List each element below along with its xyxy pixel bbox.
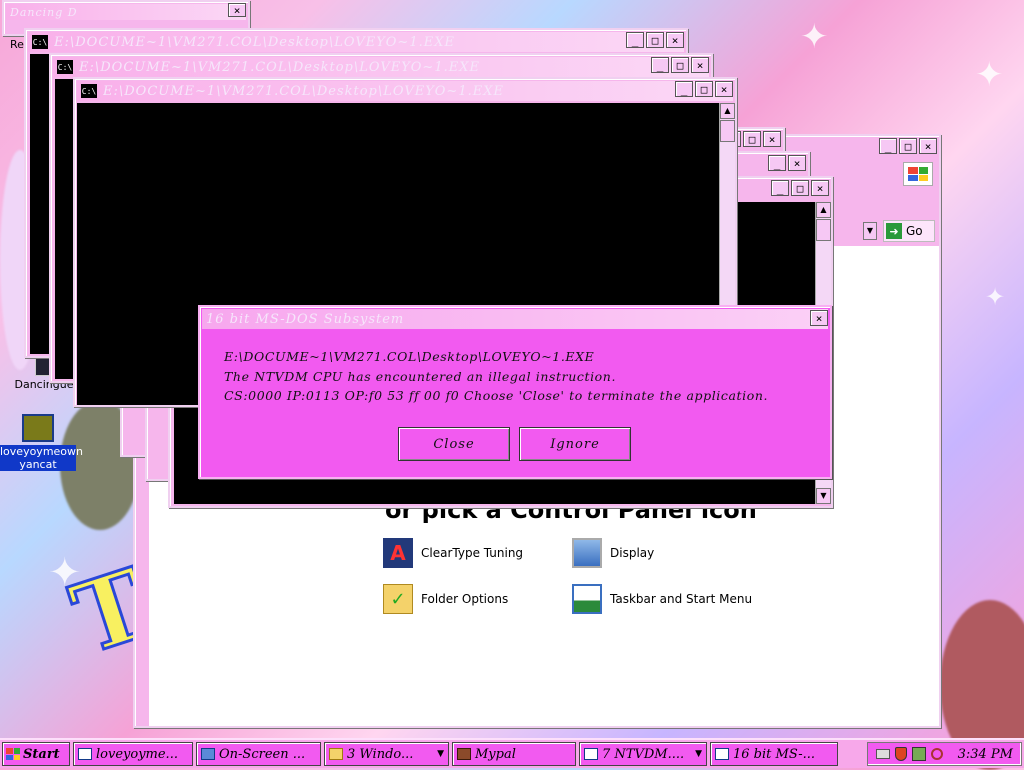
go-label: Go — [906, 224, 923, 238]
minimize-button[interactable]: _ — [651, 57, 669, 73]
sparkle-decoration: ✦ — [985, 283, 1006, 311]
close-button[interactable]: Close — [398, 427, 510, 461]
minimize-button[interactable]: _ — [768, 155, 786, 171]
mypal-icon — [457, 748, 471, 760]
message-detail: CS:0000 IP:0113 OP:f0 53 ff 00 f0 Choose… — [224, 388, 769, 403]
close-button[interactable]: × — [763, 131, 781, 147]
cmd-icon: C:\ — [81, 84, 97, 98]
taskbar-item-msdos[interactable]: 16 bit MS-... — [710, 742, 838, 766]
chevron-down-icon: ▼ — [437, 749, 444, 759]
maximize-button[interactable]: □ — [671, 57, 689, 73]
scroll-thumb[interactable] — [720, 120, 735, 142]
task-label: Mypal — [475, 746, 516, 762]
scroll-up-icon[interactable]: ▲ — [720, 103, 735, 119]
window-icon — [715, 748, 729, 760]
taskbar-icon — [572, 584, 602, 614]
cmd-icon: C:\ — [57, 60, 73, 74]
window-title: E:\DOCUME~1\VM271.COL\Desktop\LOVEYO~1.E… — [79, 59, 480, 75]
cp-item-folder-options[interactable]: ✓ Folder Options — [383, 584, 508, 614]
taskbar-item-onscreen[interactable]: On-Screen ... — [196, 742, 321, 766]
clock[interactable]: 3:34 PM — [958, 747, 1013, 762]
taskbar-item-windows-group[interactable]: 3 Windo... ▼ — [324, 742, 449, 766]
close-icon[interactable]: × — [810, 310, 828, 326]
cp-item-display[interactable]: Display — [572, 538, 654, 568]
window-title: E:\DOCUME~1\VM271.COL\Desktop\LOVEYO~1.E… — [103, 83, 504, 99]
task-label: 16 bit MS-... — [733, 746, 815, 762]
chevron-down-icon: ▼ — [695, 749, 702, 759]
close-button[interactable]: × — [666, 32, 684, 48]
system-tray: 3:34 PM — [866, 742, 1022, 766]
security-shield-icon[interactable] — [894, 747, 907, 761]
close-button[interactable]: × — [691, 57, 709, 73]
start-button[interactable]: Start — [2, 742, 70, 766]
ntvdm-error-dialog: 16 bit MS-DOS Subsystem × E:\DOCUME~1\VM… — [198, 305, 832, 479]
cp-item-label: Display — [610, 546, 655, 560]
minimize-button[interactable]: _ — [675, 81, 693, 97]
cp-item-label: Taskbar and Start Menu — [610, 592, 753, 606]
ignore-button[interactable]: Ignore — [519, 427, 631, 461]
taskbar-item-ntvdm-group[interactable]: 7 NTVDM.... ▼ — [579, 742, 707, 766]
cp-item-label: ClearType Tuning — [421, 546, 524, 560]
sparkle-decoration: ✦ — [800, 17, 829, 57]
cp-item-taskbar[interactable]: Taskbar and Start Menu — [572, 584, 752, 614]
address-dropdown[interactable]: ▼ — [863, 222, 877, 240]
taskbar-item-mypal[interactable]: Mypal — [452, 742, 576, 766]
cmd-icon: C:\ — [32, 35, 48, 49]
go-button[interactable]: ➜ Go — [883, 220, 935, 242]
cp-item-label: Folder Options — [421, 592, 509, 606]
folder-options-icon: ✓ — [383, 584, 413, 614]
message-path: E:\DOCUME~1\VM271.COL\Desktop\LOVEYO~1.E… — [224, 349, 595, 364]
sparkle-decoration: ✦ — [975, 55, 1004, 95]
maximize-button[interactable]: □ — [743, 131, 761, 147]
maximize-button[interactable]: □ — [695, 81, 713, 97]
task-label: loveyoyme... — [96, 746, 178, 762]
desktop-icon-label: loveyoymeown yancat — [0, 445, 83, 471]
windows-flag-icon — [6, 748, 20, 760]
dialog-title: 16 bit MS-DOS Subsystem — [206, 311, 405, 327]
close-button[interactable]: × — [919, 138, 937, 154]
scroll-up-icon[interactable]: ▲ — [816, 202, 831, 218]
message-error: The NTVDM CPU has encountered an illegal… — [224, 368, 617, 384]
start-label: Start — [23, 746, 60, 762]
document-icon — [78, 748, 92, 760]
maximize-button[interactable]: □ — [899, 138, 917, 154]
desktop-edge-label: Re — [10, 38, 24, 51]
maximize-button[interactable]: □ — [646, 32, 664, 48]
exe-file-icon — [22, 414, 54, 442]
task-label: 3 Windo... — [347, 746, 414, 762]
maximize-button[interactable]: □ — [791, 180, 809, 196]
keyboard-tray-icon[interactable] — [875, 749, 890, 759]
close-button[interactable]: × — [811, 180, 829, 196]
task-label: On-Screen ... — [219, 746, 306, 762]
close-button[interactable]: × — [715, 81, 733, 97]
minimize-button[interactable]: _ — [626, 32, 644, 48]
cp-item-cleartype[interactable]: A ClearType Tuning — [383, 538, 523, 568]
task-label: 7 NTVDM.... — [602, 746, 685, 762]
dialog-message: E:\DOCUME~1\VM271.COL\Desktop\LOVEYO~1.E… — [224, 347, 768, 406]
scroll-thumb[interactable] — [816, 219, 831, 241]
scroll-down-icon[interactable]: ▼ — [816, 488, 831, 504]
cleartype-icon: A — [383, 538, 413, 568]
minimize-button[interactable]: _ — [771, 180, 789, 196]
windows-logo-icon — [903, 162, 933, 186]
close-icon[interactable]: × — [228, 3, 246, 17]
network-icon[interactable] — [911, 747, 926, 761]
close-button[interactable]: × — [788, 155, 806, 171]
window-icon — [584, 748, 598, 760]
folder-icon — [329, 748, 343, 760]
taskbar: Start loveyoyme... On-Screen ... 3 Windo… — [0, 738, 1024, 768]
desktop-icon-loveyou[interactable]: loveyoymeown yancat — [0, 414, 83, 471]
keyboard-icon — [201, 748, 215, 760]
window-title: E:\DOCUME~1\VM271.COL\Desktop\LOVEYO~1.E… — [54, 34, 455, 50]
search-icon[interactable] — [930, 748, 943, 760]
taskbar-item-loveyou[interactable]: loveyoyme... — [73, 742, 193, 766]
go-arrow-icon: ➜ — [886, 223, 902, 239]
window-title: Dancing D — [10, 5, 78, 19]
display-icon — [572, 538, 602, 568]
minimize-button[interactable]: _ — [879, 138, 897, 154]
